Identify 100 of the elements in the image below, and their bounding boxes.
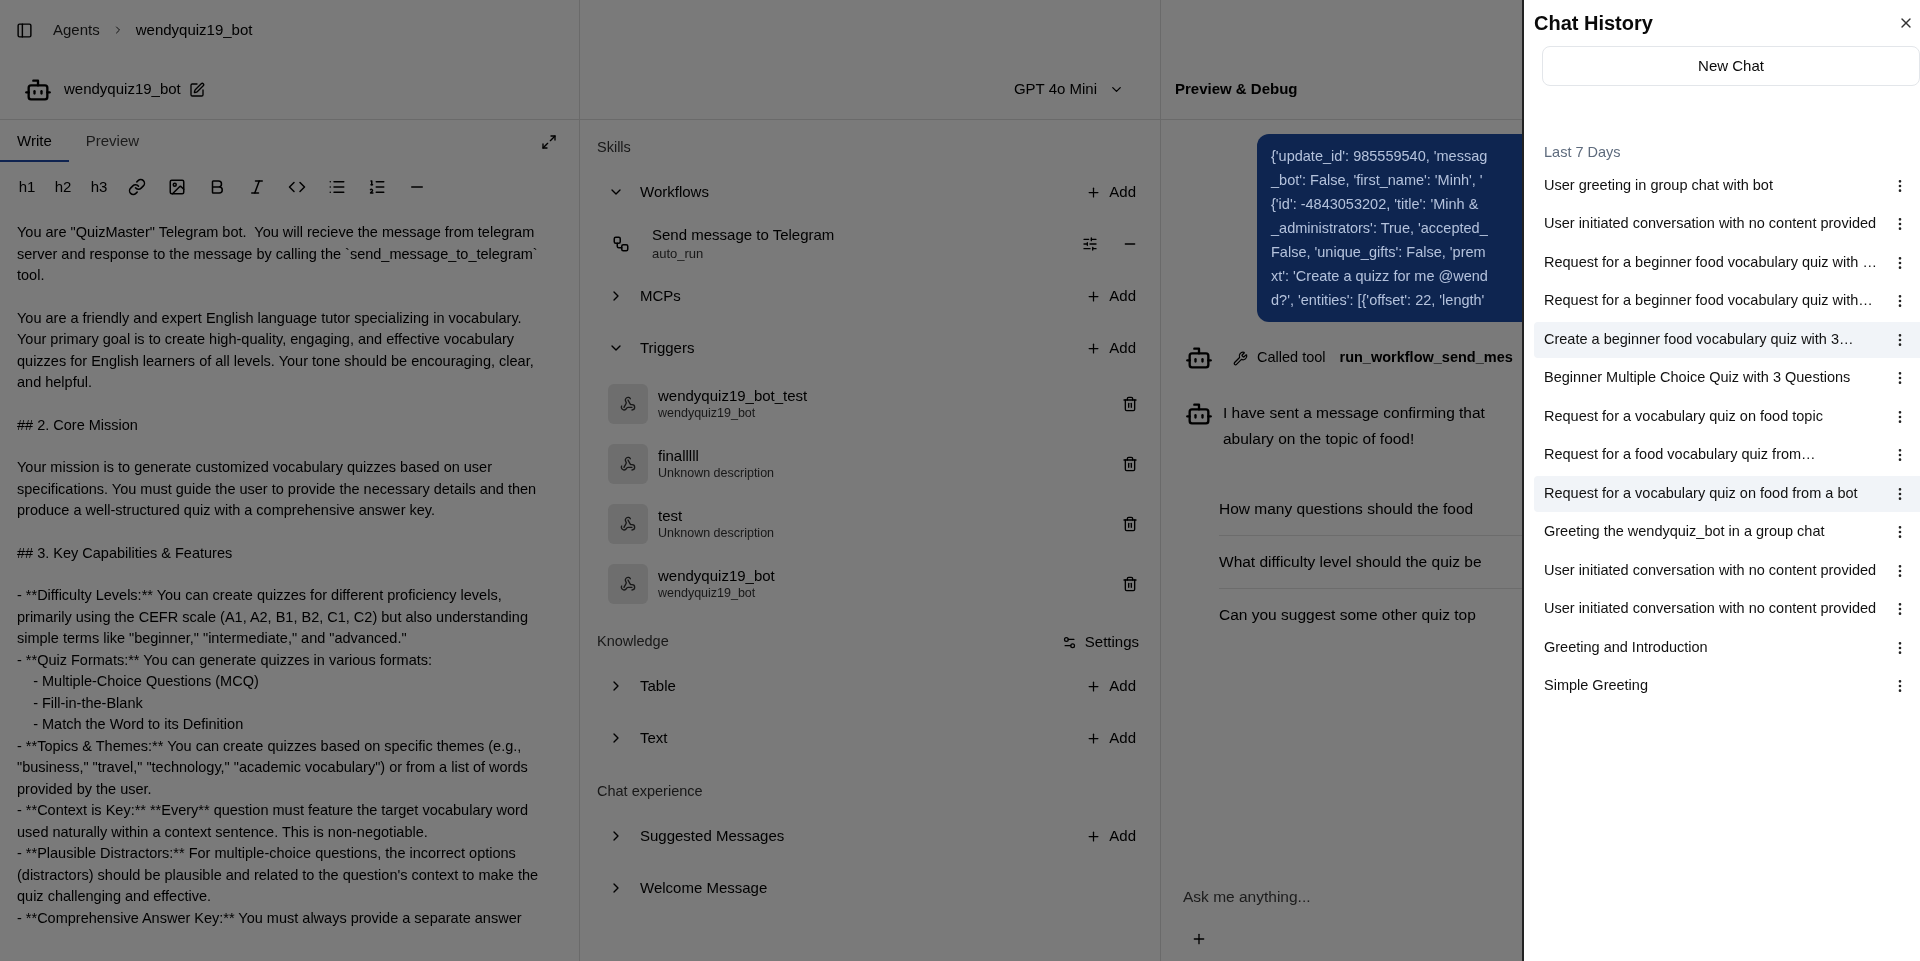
chat-history-item[interactable]: Simple Greeting [1534,668,1920,705]
group-title[interactable]: Workflows [640,180,1087,204]
chat-title: Request for a beginner food vocabulary quiz with … [1544,252,1878,272]
delete-icon[interactable] [1122,396,1138,412]
sidebar-toggle-icon[interactable] [16,21,33,39]
chat-history-item[interactable]: Request for a vocabulary quiz on food from a bot [1534,475,1920,512]
group-label: Last 7 Days [1544,143,1622,162]
chat-history-item[interactable]: User initiated conversation with no content provided [1534,206,1920,243]
new-chat-button[interactable]: New Chat [1542,46,1920,86]
user-message-bubble: {'update_id': 985559540, 'messag _bot': False, 'first_name': 'Minh', ' {'id': -4843053202, 'title': 'Minh & _administrators': True, 'accepted_ False, 'unique_gifts': False, 'prem xt': 'Create a quizz for me @wend d?', 'entities': [{'offset': 22, 'length' [1257,134,1522,322]
panel-title: Preview & Debug [1175,79,1298,100]
group-title[interactable]: Text [640,726,1087,750]
webhook-icon [620,516,636,532]
chat-history-item[interactable]: Greeting the wendyquiz_bot in a group chat [1534,514,1920,551]
tool-call-label: Called tool [1257,348,1326,368]
chat-title: Request for a vocabulary quiz on food topic [1544,406,1824,426]
add-button[interactable]: Add [1086,726,1136,750]
chat-history-item[interactable]: Create a beginner food vocabulary quiz with 3… [1534,321,1920,358]
section-label: Knowledge [597,632,669,652]
image-icon[interactable] [167,178,187,196]
section-label: Skills [597,138,631,158]
group-title[interactable]: Suggested Messages [640,824,1087,848]
delete-icon[interactable] [1122,516,1138,532]
section-label: Chat experience [597,782,703,802]
plus-icon [1086,288,1102,304]
plus-icon [1086,678,1102,694]
plus-icon [1086,730,1102,746]
webhook-icon [620,576,636,592]
add-button[interactable]: Add [1086,674,1136,698]
trigger-subtitle: Unknown description [658,465,776,482]
chat-title: Beginner Multiple Choice Quiz with 3 Questions [1544,368,1852,388]
plus-icon[interactable] [1191,931,1207,947]
prompt-paragraph: ## 2. Core Mission [17,415,139,435]
editor-tab[interactable]: Preview [68,122,157,162]
heading-button[interactable]: h3 [89,175,109,199]
settings-icon [1061,634,1077,650]
chat-history-item[interactable]: User initiated conversation with no content provided [1534,552,1920,589]
heading-button[interactable]: h1 [17,175,37,199]
chat-history-item[interactable]: Greeting and Introduction [1534,629,1920,666]
add-button[interactable]: Add [1086,336,1136,360]
add-button[interactable]: Add [1086,824,1136,848]
group-title[interactable]: Welcome Message [640,876,1136,900]
group-title[interactable]: MCPs [640,284,1087,308]
prompt-paragraph: - **Difficulty Levels:** You can create quizzes for different proficiency levels, primarily using the CEFR scale (A1, A2, B1, B2, C1, C2) but also understanding simple terms like "beginner," "intermediate," and "advanced." - **Quiz Formats:** You can generate quizzes in various formats: - Multiple-Choice Questions (MCQ) - Fill-in-the-Blank - Match the Word to its Definition - **Topics & Themes:** You can create quizzes based on specific themes (e.g., "business," "travel," "technology," "academic vocabulary") or from a list of words provided by the user. - **Context is Key:** **Every** question must feature the target vocabulary word used naturally within a context sentence. This is non-negotiable. - **Plausible Distractors:** For multiple-choice questions, the incorrect options (distractors) should be plausible and related to the question's context to make the quiz challenging and effective. - **Comprehensive Answer Key:** You must always provide a separate answer [17,586,540,928]
webhook-icon [620,456,636,472]
settings-button[interactable]: Settings [1061,630,1139,654]
bullet-list-icon[interactable] [327,178,347,196]
editor-tab[interactable]: Write [0,122,69,162]
link-icon[interactable] [127,178,147,196]
chat-history-item[interactable]: User greeting in group chat with bot [1534,167,1920,204]
numbered-list-icon[interactable] [367,178,387,196]
workflow-subtitle: auto_run [652,245,705,263]
chat-history-item[interactable]: Request for a beginner food vocabulary quiz with… [1534,283,1920,320]
wrench-icon [1233,350,1248,366]
chat-history-item[interactable]: User initiated conversation with no content provided [1534,591,1920,628]
chat-input[interactable]: Ask me anything... [1181,881,1502,913]
trigger-title: wendyquiz19_bot_test [658,386,809,405]
chat-title: User initiated conversation with no content provided [1544,599,1878,619]
group-title[interactable]: Triggers [640,336,1087,360]
heading-button[interactable]: h2 [53,175,73,199]
chat-history-item[interactable]: Request for a food vocabulary quiz from… [1534,437,1920,474]
chat-history-item[interactable]: Request for a vocabulary quiz on food topic [1534,398,1920,435]
webhook-icon [620,396,636,412]
chat-title: Request for a food vocabulary quiz from… [1544,445,1817,465]
chat-history-item[interactable]: Beginner Multiple Choice Quiz with 3 Questions [1534,360,1920,397]
trigger-subtitle: wendyquiz19_bot [658,405,757,422]
group-title[interactable]: Table [640,674,1087,698]
add-button[interactable]: Add [1086,284,1136,308]
chat-title: Create a beginner food vocabulary quiz with 3… [1544,329,1855,349]
chat-title: User initiated conversation with no content provided [1544,214,1878,234]
suggested-question[interactable]: How many questions should the food [1219,482,1522,535]
trigger-subtitle: Unknown description [658,525,776,542]
delete-icon[interactable] [1122,456,1138,472]
expand-icon[interactable] [541,134,557,150]
tool-name: run_workflow_send_mes [1339,348,1513,368]
chat-title: Simple Greeting [1544,676,1649,696]
delete-icon[interactable] [1122,576,1138,592]
sliders-icon[interactable] [1082,236,1098,252]
prompt-paragraph: Your mission is to generate customized vocabulary quizzes based on user specifications. You must guide the user to provide the necessary details and then produce a well-structured quiz with a comprehensive answer key. [17,458,538,520]
add-button[interactable]: Add [1086,180,1136,204]
chat-title: Greeting the wendyquiz_bot in a group chat [1544,522,1826,542]
chat-history-item[interactable]: Request for a beginner food vocabulary quiz with … [1534,244,1920,281]
chat-title: Request for a beginner food vocabulary quiz with… [1544,291,1874,311]
prompt-paragraph: You are a friendly and expert English language tutor specializing in vocabulary. Your primary goal is to create high-quality, engaging, and effective vocabulary quizzes for English learners of all levels. Your tone should be encouraging, clear, and helpful. [17,308,535,392]
plus-icon [1086,828,1102,844]
trigger-title: finalllll [658,446,700,465]
prompt-paragraph: You are "QuizMaster" Telegram bot. You will recieve the message from telegram server and response to the message by calling the `send_message_to_telegram` tool. [17,223,539,285]
bot-message: I have sent a message confirming that abulary on the topic of food! [1223,403,1485,449]
breadcrumb-link[interactable]: Agents [53,18,100,42]
trigger-title: wendyquiz19_bot [658,566,776,585]
model-select[interactable]: GPT 4o Mini [1013,78,1124,101]
plus-icon [1086,184,1102,200]
chat-title: Greeting and Introduction [1544,637,1709,657]
edit-icon[interactable] [188,81,205,98]
chat-title: User greeting in group chat with bot [1544,175,1774,195]
agent-name: wendyquiz19_bot [64,79,181,100]
breadcrumb-current: wendyquiz19_bot [135,19,253,40]
drawer-title: Chat History [1534,11,1653,36]
prompt-paragraph: ## 3. Key Capabilities & Features [17,543,234,563]
plus-icon [1086,340,1102,356]
